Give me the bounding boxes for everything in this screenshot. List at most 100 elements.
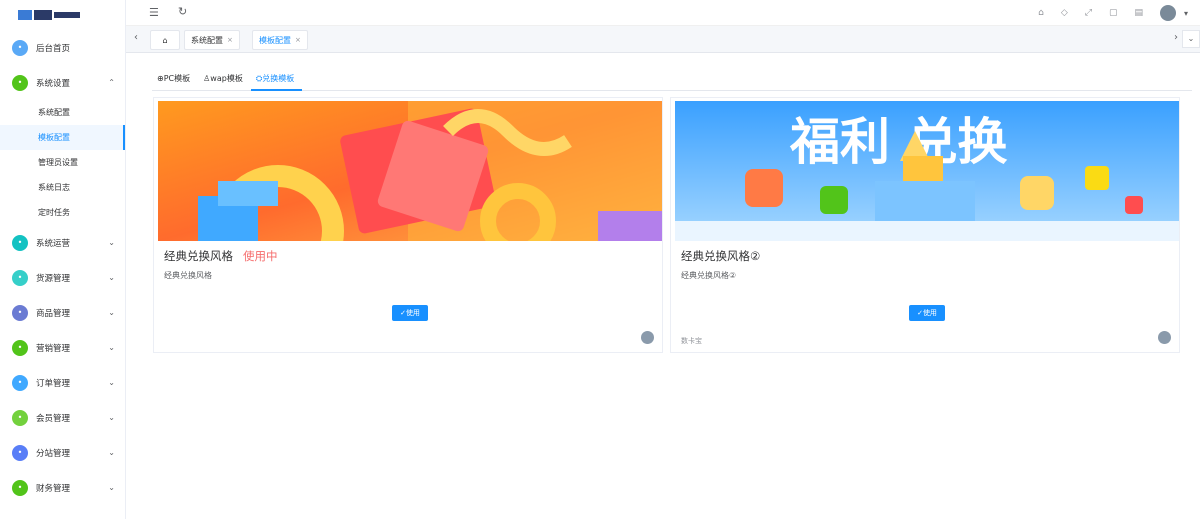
template-description: 经典兑换风格 <box>164 271 212 280</box>
supply-icon: • <box>12 269 28 286</box>
header-actions: ⌂ ◇ ⤢ ▢ ▤ ▾ <box>1038 0 1188 26</box>
avatar <box>1159 5 1176 21</box>
user-menu[interactable]: ▾ <box>1159 5 1188 21</box>
tab-home[interactable]: ⌂ <box>150 30 180 50</box>
template-tabs: ⊕PC模板 ♙wap模板 ⛭兑换模板 <box>152 65 1192 91</box>
template-author: 数卡宝 <box>681 337 702 345</box>
tag-icon[interactable]: ◇ <box>1061 8 1068 18</box>
avatar <box>641 331 654 344</box>
tab-exchange-template[interactable]: ⛭兑换模板 <box>250 65 303 91</box>
finance-icon: • <box>12 479 28 496</box>
home-icon: ⌂ <box>162 35 168 45</box>
sidebar-item[interactable]: • 商品管理 ⌄ <box>0 295 125 330</box>
member-icon: • <box>12 409 28 426</box>
trash-icon[interactable]: ▤ <box>1134 8 1143 18</box>
template-title: 经典兑换风格② <box>681 248 760 264</box>
fullscreen-icon[interactable]: ⤢ <box>1085 8 1092 18</box>
scroll-right-icon[interactable]: › <box>1174 32 1178 43</box>
template-name: 经典兑换风格② <box>681 249 761 263</box>
tab-wap-template[interactable]: ♙wap模板 <box>198 65 251 91</box>
template-banner-image <box>158 101 662 241</box>
status-badge: 使用中 <box>243 249 278 263</box>
tab-pc-template[interactable]: ⊕PC模板 <box>152 65 198 91</box>
avatar <box>1158 331 1171 344</box>
branch-icon: • <box>12 444 28 461</box>
sidebar-subitem[interactable]: 管理员设置 <box>0 150 125 175</box>
sidebar-item[interactable]: • 后台首页 <box>0 30 125 65</box>
template-card: 福利 兑换 经典兑换风格② 经典兑换风格② ✓ 使用 数卡宝 <box>670 97 1180 353</box>
chevron-down-icon: ⌄ <box>108 448 115 457</box>
tab-label: wap模板 <box>210 74 243 83</box>
close-icon[interactable]: × <box>227 36 233 44</box>
sidebar-item-label: 分站管理 <box>36 448 71 459</box>
menu-fold-icon[interactable]: ☰ <box>149 6 159 19</box>
order-icon: • <box>12 374 28 391</box>
sidebar-item[interactable]: • 会员管理 ⌄ <box>0 400 125 435</box>
sidebar-item-label: 系统设置 <box>36 78 71 89</box>
template-description: 经典兑换风格② <box>681 271 737 280</box>
sidebar-item[interactable]: • 财务管理 ⌄ <box>0 470 125 505</box>
logo[interactable] <box>0 0 125 26</box>
settings-icon: • <box>12 74 28 91</box>
chevron-up-icon: ⌃ <box>108 78 115 87</box>
sidebar-item[interactable]: • 系统设置 ⌃ <box>0 65 125 100</box>
sidebar-menu: • 后台首页 • 系统设置 ⌃ 系统配置 模板配置 管理员设置 系统日志 定时任务 • 系统运营 ⌄ • 货… <box>0 30 125 505</box>
chevron-down-icon: ⌄ <box>108 308 115 317</box>
template-card: 经典兑换风格 使用中 经典兑换风格 ✓ 使用 <box>153 97 663 353</box>
tab-label: PC模板 <box>163 74 191 83</box>
logo-text-block <box>54 12 80 18</box>
sidebar-subitem[interactable]: 模板配置 <box>0 125 125 150</box>
caret-down-icon: ▾ <box>1183 8 1188 18</box>
sidebar-item-label: 后台首页 <box>36 43 71 54</box>
close-icon[interactable]: × <box>295 36 301 44</box>
tab-label: 模板配置 <box>259 35 291 45</box>
sidebar-item-label: 商品管理 <box>36 308 71 319</box>
sidebar-item[interactable]: • 分站管理 ⌄ <box>0 435 125 470</box>
tabs-bar: ‹ ⌂ 系统配置 × 模板配置 × › ⌄ <box>126 26 1200 53</box>
tab-label: 兑换模板 <box>262 74 295 83</box>
sidebar-item-label: 系统运营 <box>36 238 71 249</box>
sidebar-item[interactable]: • 货源管理 ⌄ <box>0 260 125 295</box>
chevron-down-icon: ⌄ <box>108 343 115 352</box>
scroll-left-icon[interactable]: ‹ <box>134 32 138 43</box>
sidebar-subitem[interactable]: 系统配置 <box>0 100 125 125</box>
lock-icon[interactable]: ▢ <box>1109 8 1118 18</box>
refresh-icon[interactable]: ↻ <box>178 5 187 18</box>
product-icon: • <box>12 304 28 321</box>
chevron-down-icon: ⌄ <box>108 378 115 387</box>
chevron-down-icon: ⌄ <box>108 238 115 247</box>
tab-template-config[interactable]: 模板配置 × <box>252 30 308 50</box>
sidebar-item-label: 营销管理 <box>36 343 71 354</box>
use-template-button[interactable]: ✓ 使用 <box>909 305 945 321</box>
chevron-down-icon[interactable]: ⌄ <box>1182 30 1200 48</box>
chevron-down-icon: ⌄ <box>108 413 115 422</box>
sidebar-item[interactable]: • 营销管理 ⌄ <box>0 330 125 365</box>
chevron-down-icon: ⌄ <box>108 273 115 282</box>
globe-icon: ⊕ <box>157 74 164 83</box>
template-banner-image: 福利 兑换 <box>675 101 1179 241</box>
tab-system-config[interactable]: 系统配置 × <box>184 30 240 50</box>
tab-label: 系统配置 <box>191 35 223 45</box>
template-name: 经典兑换风格 <box>164 249 233 263</box>
sidebar-item-label: 财务管理 <box>36 483 71 494</box>
sidebar-item-label: 会员管理 <box>36 413 71 424</box>
use-template-button[interactable]: ✓ 使用 <box>392 305 428 321</box>
marketing-icon: • <box>12 339 28 356</box>
sidebar-item[interactable]: • 订单管理 ⌄ <box>0 365 125 400</box>
home-icon[interactable]: ⌂ <box>1038 8 1044 18</box>
sidebar-item-label: 订单管理 <box>36 378 71 389</box>
logo-text-block <box>34 10 52 20</box>
button-label: 使用 <box>405 309 420 317</box>
top-header: ☰ ↻ ⌂ ◇ ⤢ ▢ ▤ ▾ <box>126 0 1200 26</box>
sidebar-item-label: 货源管理 <box>36 273 71 284</box>
sidebar-subitem[interactable]: 系统日志 <box>0 175 125 200</box>
button-label: 使用 <box>922 309 937 317</box>
template-title: 经典兑换风格 使用中 <box>164 248 278 264</box>
operation-icon: • <box>12 234 28 251</box>
sidebar-subitem[interactable]: 定时任务 <box>0 200 125 225</box>
sidebar: • 后台首页 • 系统设置 ⌃ 系统配置 模板配置 管理员设置 系统日志 定时任务 • 系统运营 ⌄ • 货… <box>0 0 126 519</box>
sidebar-item[interactable]: • 系统运营 ⌄ <box>0 225 125 260</box>
main-content: ⊕PC模板 ♙wap模板 ⛭兑换模板 经典兑换风格 使用中 经典兑换风格 ✓ 使… <box>126 53 1200 519</box>
chevron-down-icon: ⌄ <box>108 483 115 492</box>
home-icon: • <box>12 39 28 56</box>
